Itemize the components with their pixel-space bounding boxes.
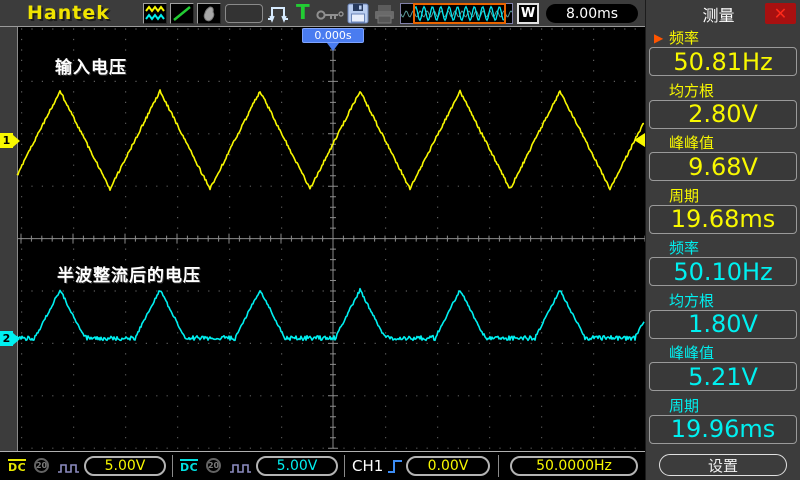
waveform-screen: 输入电压 半波整流后的电压 1 2 0.000s xyxy=(0,27,645,452)
trigger-source-label[interactable]: CH1 xyxy=(352,457,383,475)
measurement-value: 9.68V xyxy=(649,152,797,181)
measurement-label: 均方根 xyxy=(669,290,714,311)
ch2-annotation: 半波整流后的电压 xyxy=(57,261,201,286)
measurement-value: 19.96ms xyxy=(649,415,797,444)
print-icon[interactable] xyxy=(373,4,396,28)
waveform-layer xyxy=(0,27,645,452)
ch1-attenuation-icon[interactable]: 20 xyxy=(34,458,49,473)
window-mode-icon[interactable]: W xyxy=(517,3,539,24)
measurement-value: 50.81Hz xyxy=(649,47,797,76)
measure-panel-title: 测量 xyxy=(646,2,765,26)
channels-icon-glyph xyxy=(145,5,165,22)
key-lock-icon xyxy=(316,7,344,26)
measurement-label: 峰峰值 xyxy=(669,132,714,153)
measurement-label-row: ▶ 频率 xyxy=(646,28,800,47)
measurement-item[interactable]: ▶ 峰峰值 9.68V xyxy=(646,133,800,186)
cursor-line-glyph xyxy=(172,5,192,22)
record-waveform-bar[interactable] xyxy=(400,3,513,24)
ch1-scale-readout[interactable]: 5.00V xyxy=(84,456,166,476)
ch2-attenuation-icon[interactable]: 20 xyxy=(206,458,221,473)
measurement-item[interactable]: ▶ 频率 50.81Hz xyxy=(646,28,800,81)
trigger-frequency-readout[interactable]: 50.0000Hz xyxy=(510,456,638,476)
ch2-bandwidth-icon[interactable] xyxy=(229,460,252,479)
brand-logo: Hantek xyxy=(27,2,110,24)
status-bar: DC 20 5.00V DC 20 5.00V CH1 0.00V 50.000… xyxy=(0,451,645,480)
measurement-label-row: ▶ 周期 xyxy=(646,186,800,205)
rising-edge-icon[interactable] xyxy=(387,457,404,480)
top-toolbar: Hantek T xyxy=(0,0,645,27)
measure-panel: 测量 ✕ ▶ 频率 50.81Hz ▶ 均方根 2.80V ▶ 峰峰值 9.68… xyxy=(645,0,800,480)
divider xyxy=(344,455,345,477)
ch1-annotation: 输入电压 xyxy=(55,53,127,78)
measurement-value: 50.10Hz xyxy=(649,257,797,286)
hand-icon[interactable] xyxy=(197,3,221,24)
ch1-bandwidth-icon[interactable] xyxy=(57,460,80,479)
measurement-item[interactable]: ▶ 周期 19.96ms xyxy=(646,396,800,449)
measurement-item[interactable]: ▶ 均方根 2.80V xyxy=(646,81,800,134)
time-offset-pointer xyxy=(327,43,339,51)
measurement-label-row: ▶ 峰峰值 xyxy=(646,343,800,362)
measurement-label: 峰峰值 xyxy=(669,342,714,363)
measurement-label: 频率 xyxy=(669,237,699,258)
selected-arrow-icon: ▶ xyxy=(646,31,669,45)
measurement-label-row: ▶ 均方根 xyxy=(646,291,800,310)
measurement-list: ▶ 频率 50.81Hz ▶ 均方根 2.80V ▶ 峰峰值 9.68V ▶ 周… xyxy=(646,28,800,448)
pulse-trigger-icon xyxy=(266,4,294,28)
divider xyxy=(172,455,173,477)
hand-icon-glyph xyxy=(199,5,219,22)
save-icon[interactable] xyxy=(347,3,370,28)
ch2-scale-readout[interactable]: 5.00V xyxy=(256,456,338,476)
measurement-value: 19.68ms xyxy=(649,205,797,234)
cursor-line-icon[interactable] xyxy=(170,3,194,24)
measurement-label-row: ▶ 周期 xyxy=(646,396,800,415)
measurement-label-row: ▶ 频率 xyxy=(646,238,800,257)
zoom-window-rect[interactable] xyxy=(413,3,506,24)
timebase-readout[interactable]: 8.00ms xyxy=(546,4,638,23)
measurement-item[interactable]: ▶ 峰峰值 5.21V xyxy=(646,343,800,396)
ch2-coupling-icon[interactable]: DC xyxy=(180,459,198,473)
close-icon[interactable]: ✕ xyxy=(765,3,796,24)
trigger-level-readout[interactable]: 0.00V xyxy=(406,456,490,476)
measurement-label: 频率 xyxy=(669,27,699,48)
measurement-value: 5.21V xyxy=(649,362,797,391)
divider xyxy=(498,455,499,477)
measurement-item[interactable]: ▶ 均方根 1.80V xyxy=(646,291,800,344)
time-offset-marker[interactable]: 0.000s xyxy=(302,28,364,43)
measure-panel-header: 测量 ✕ xyxy=(646,0,800,27)
measurement-label: 周期 xyxy=(669,185,699,206)
measurement-item[interactable]: ▶ 频率 50.10Hz xyxy=(646,238,800,291)
ch1-ground-marker[interactable]: 1 xyxy=(0,133,13,148)
measurement-value: 1.80V xyxy=(649,310,797,339)
measurement-label: 周期 xyxy=(669,395,699,416)
measurement-label-row: ▶ 峰峰值 xyxy=(646,133,800,152)
measurement-label-row: ▶ 均方根 xyxy=(646,81,800,100)
ch1-coupling-icon[interactable]: DC xyxy=(8,459,26,473)
trigger-status-t: T xyxy=(296,0,310,24)
measurement-label: 均方根 xyxy=(669,80,714,101)
measurement-item[interactable]: ▶ 周期 19.68ms xyxy=(646,186,800,239)
trigger-level-arrow[interactable] xyxy=(634,133,645,147)
ch2-ground-marker[interactable]: 2 xyxy=(0,331,13,346)
measurement-value: 2.80V xyxy=(649,100,797,129)
empty-slot xyxy=(225,4,263,23)
channels-icon[interactable] xyxy=(143,3,167,24)
measure-settings-button[interactable]: 设置 xyxy=(659,454,787,476)
